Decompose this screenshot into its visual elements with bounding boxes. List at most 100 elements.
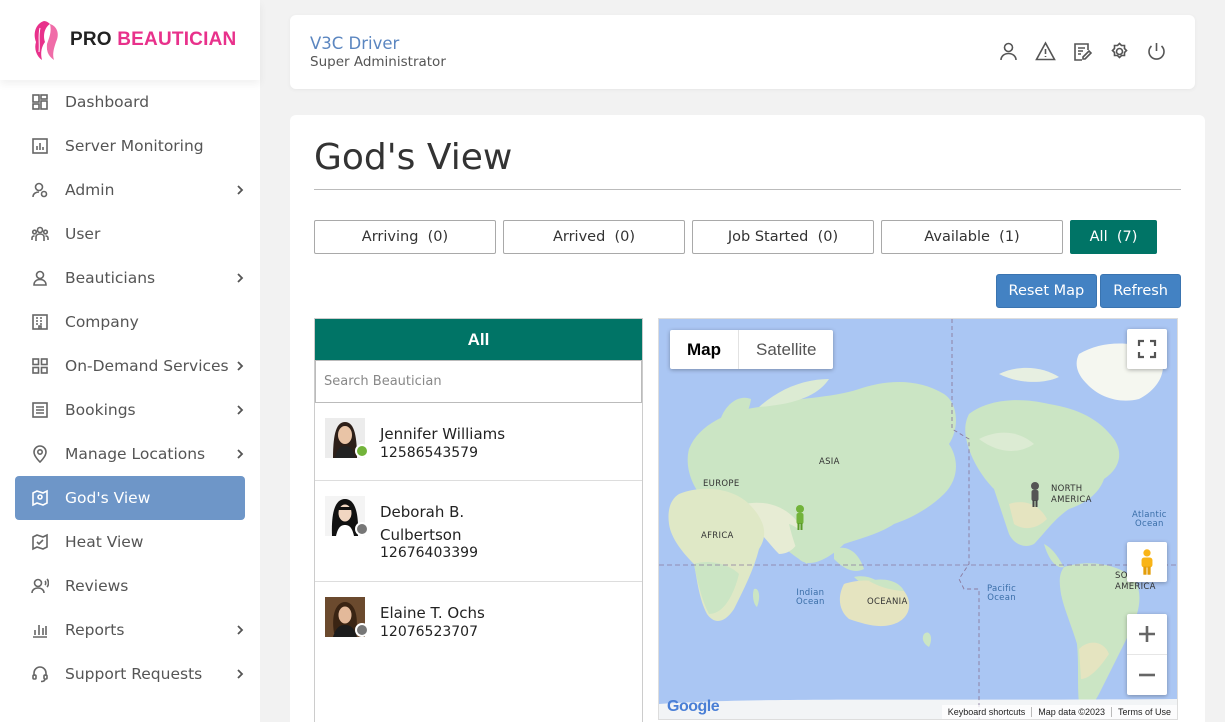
map-label-pacific-ocean: Pacific Ocean — [987, 585, 1016, 603]
filter-label: All — [1089, 229, 1108, 245]
sidebar-item-label: Manage Locations — [65, 445, 206, 463]
list-heading: All — [315, 319, 642, 360]
filter-all-button[interactable]: All (7) — [1070, 220, 1157, 254]
map-actions: Reset Map Refresh — [995, 274, 1181, 308]
chevron-right-icon — [235, 447, 245, 461]
sidebar-item-label: God's View — [65, 489, 151, 507]
alert-icon[interactable] — [1035, 41, 1056, 62]
sidebar-item-label: On-Demand Services — [65, 357, 229, 375]
top-header: V3C Driver Super Administrator — [290, 15, 1195, 89]
user-role: Super Administrator — [310, 54, 446, 70]
map-canvas — [659, 319, 1177, 719]
sidebar-item-reviews[interactable]: Reviews — [15, 564, 245, 608]
chevron-right-icon — [235, 403, 245, 417]
filter-arriving-button[interactable]: Arriving (0) — [314, 220, 496, 254]
bar-chart-icon — [31, 621, 49, 639]
pegman-icon — [1141, 549, 1153, 575]
sidebar-item-company[interactable]: Company — [15, 300, 245, 344]
street-view-pegman[interactable] — [1127, 542, 1167, 582]
map-label-atlantic-ocean: Atlantic Ocean — [1132, 511, 1167, 529]
beautician-list-item[interactable]: Jennifer Williams 12586543579 — [315, 403, 642, 481]
beautician-list-item[interactable]: Elaine T. Ochs 12076523707 — [315, 582, 642, 660]
north-america-line1: NORTH — [1051, 484, 1083, 494]
chevron-right-icon — [235, 623, 245, 637]
filter-label: Job Started — [727, 229, 809, 245]
profile-icon[interactable] — [998, 41, 1019, 62]
south-america-line1: SO — [1115, 571, 1128, 581]
chevron-right-icon — [235, 271, 245, 285]
sidebar-item-on-demand-services[interactable]: On-Demand Services — [15, 344, 245, 388]
zoom-out-button[interactable] — [1127, 655, 1167, 695]
sidebar-item-beauticians[interactable]: Beauticians — [15, 256, 245, 300]
zoom-controls — [1127, 614, 1167, 695]
sidebar: PRO BEAUTICIAN Dashboard Server Monitori… — [0, 0, 260, 722]
sidebar-item-reports[interactable]: Reports — [15, 608, 245, 652]
main-content: God's View Arriving (0) Arrived (0) Job … — [290, 115, 1205, 722]
map-label-asia: ASIA — [819, 457, 840, 467]
filter-job-started-button[interactable]: Job Started (0) — [692, 220, 874, 254]
status-indicator — [355, 522, 369, 536]
status-indicator — [355, 444, 369, 458]
sidebar-item-heat-view[interactable]: Heat View — [15, 520, 245, 564]
users-icon — [31, 225, 49, 243]
power-icon[interactable] — [1146, 41, 1167, 62]
map-type-toggle: Map Satellite — [670, 330, 834, 369]
zoom-in-button[interactable] — [1127, 615, 1167, 655]
notes-icon[interactable] — [1072, 41, 1093, 62]
title-divider — [314, 189, 1181, 190]
settings-icon[interactable] — [1109, 41, 1130, 62]
sidebar-item-support-requests[interactable]: Support Requests — [15, 652, 245, 696]
sidebar-item-label: Server Monitoring — [65, 137, 204, 155]
sidebar-item-manage-locations[interactable]: Manage Locations — [15, 432, 245, 476]
map-type-satellite-button[interactable]: Satellite — [739, 330, 833, 369]
beautician-name: Deborah B. Culbertson — [380, 503, 465, 544]
grid-icon — [31, 357, 49, 375]
sidebar-item-server-monitoring[interactable]: Server Monitoring — [15, 124, 245, 168]
world-map[interactable]: ASIA EUROPE AFRICA OCEANIA NORTH AMERICA… — [658, 318, 1178, 720]
user-name[interactable]: V3C Driver — [310, 34, 399, 53]
brand-name-part2: BEAUTICIAN — [117, 29, 237, 50]
sidebar-item-gods-view[interactable]: God's View — [15, 476, 245, 520]
sidebar-item-label: Heat View — [65, 533, 144, 551]
sidebar-item-label: Dashboard — [65, 93, 150, 111]
search-beautician-input[interactable] — [315, 360, 642, 403]
sidebar-item-label: Reviews — [65, 577, 129, 595]
brand-logo[interactable]: PRO BEAUTICIAN — [0, 0, 260, 80]
terms-of-use-link[interactable]: Terms of Use — [1110, 707, 1177, 717]
map-label-europe: EUROPE — [703, 479, 740, 489]
filter-count: (0) — [614, 229, 636, 245]
beautician-phone: 12586543579 — [380, 445, 478, 461]
refresh-button[interactable]: Refresh — [1100, 274, 1181, 308]
keyboard-shortcuts-link[interactable]: Keyboard shortcuts — [942, 707, 1032, 717]
sidebar-item-bookings[interactable]: Bookings — [15, 388, 245, 432]
location-pin-icon — [31, 445, 49, 463]
sidebar-item-label: Beauticians — [65, 269, 156, 287]
sidebar-item-user[interactable]: User — [15, 212, 245, 256]
chevron-right-icon — [235, 359, 245, 373]
fullscreen-button[interactable] — [1127, 329, 1167, 369]
filter-arrived-button[interactable]: Arrived (0) — [503, 220, 685, 254]
beautician-list-item[interactable]: Deborah B. Culbertson 12676403399 — [315, 481, 642, 582]
map-view-icon — [31, 489, 49, 507]
north-america-line2: AMERICA — [1051, 495, 1092, 505]
google-logo[interactable]: Google — [667, 698, 720, 716]
indian-ocean-line2: Ocean — [796, 597, 825, 607]
sidebar-item-dashboard[interactable]: Dashboard — [15, 80, 245, 124]
sidebar-item-admin[interactable]: Admin — [15, 168, 245, 212]
map-data-text: Map data ©2023 — [1031, 707, 1111, 717]
reset-map-button[interactable]: Reset Map — [995, 274, 1098, 308]
dashboard-icon — [31, 93, 49, 111]
filter-available-button[interactable]: Available (1) — [881, 220, 1063, 254]
beautician-name: Elaine T. Ochs — [380, 604, 485, 622]
map-attribution: Keyboard shortcuts Map data ©2023 Terms … — [941, 705, 1177, 719]
page-title: God's View — [314, 137, 513, 178]
map-label-oceania: OCEANIA — [867, 597, 908, 607]
status-filter-bar: Arriving (0) Arrived (0) Job Started (0)… — [314, 220, 1157, 254]
map-type-map-button[interactable]: Map — [670, 330, 739, 369]
filter-count: (1) — [999, 229, 1020, 245]
beautician-phone: 12676403399 — [380, 545, 478, 561]
filter-label: Arrived — [552, 229, 606, 245]
admin-user-icon — [31, 181, 49, 199]
brand-name-part1: PRO — [70, 29, 112, 50]
list-icon — [31, 401, 49, 419]
